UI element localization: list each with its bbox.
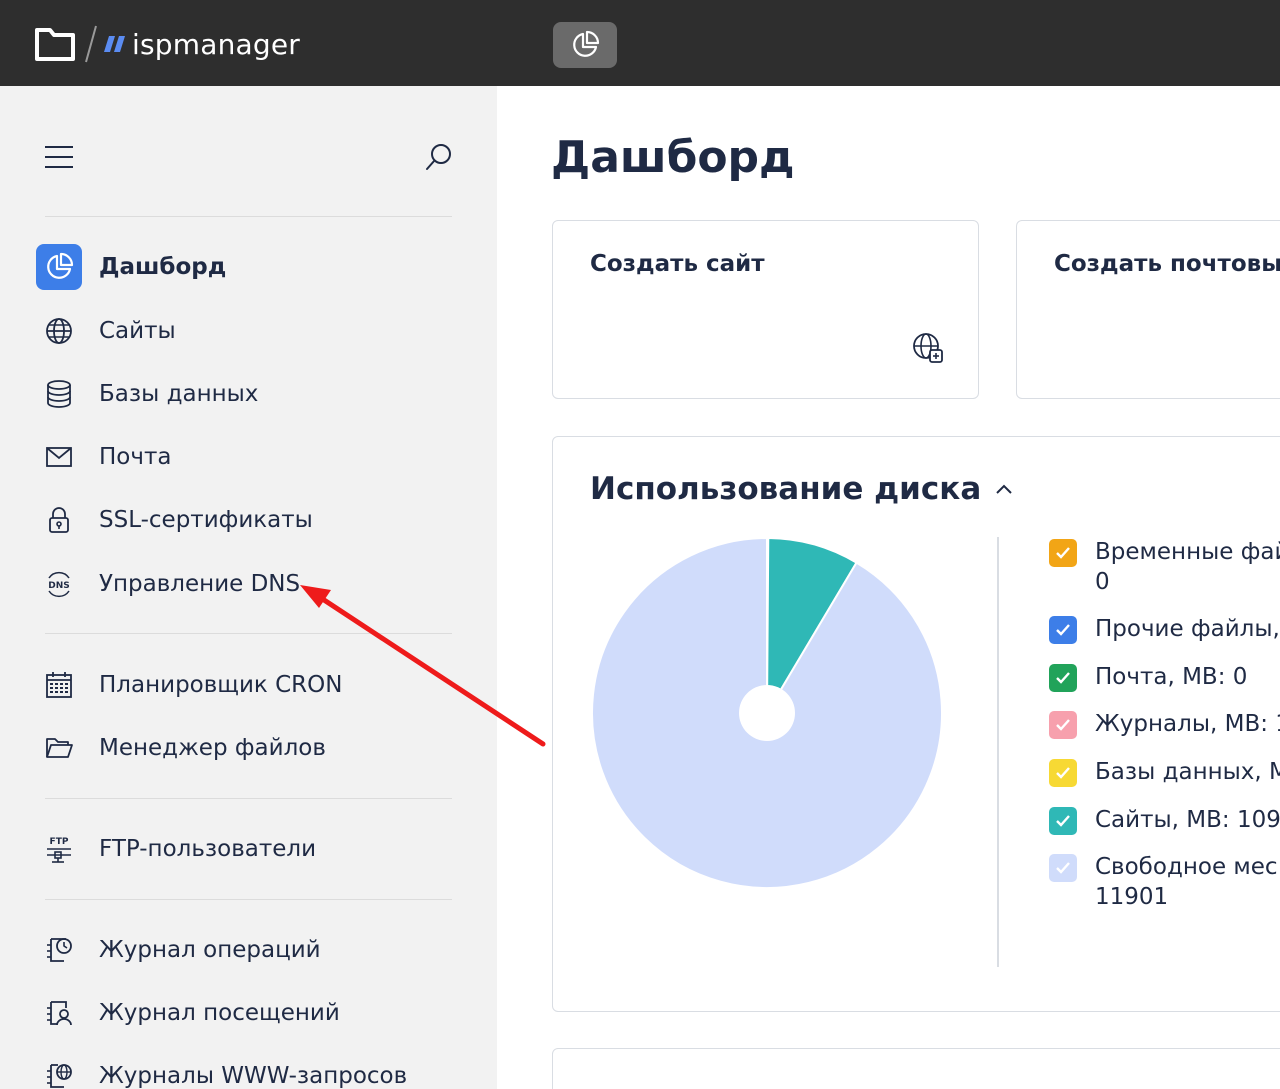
sidebar-item-label: Управление DNS bbox=[99, 571, 301, 597]
sidebar-item-file-manager[interactable]: Менеджер файлов bbox=[36, 725, 456, 771]
sidebar-divider bbox=[45, 798, 452, 799]
sidebar-divider bbox=[45, 633, 452, 634]
legend-checkbox[interactable] bbox=[1049, 539, 1077, 567]
legend-label: Свободное мес 11901 bbox=[1095, 854, 1278, 910]
sidebar-item-label: FTP-пользователи bbox=[99, 836, 317, 862]
next-card bbox=[552, 1048, 1280, 1089]
sidebar-divider bbox=[45, 899, 452, 900]
check-icon bbox=[1056, 624, 1070, 636]
sidebar-divider bbox=[45, 216, 452, 217]
sidebar-item-sites[interactable]: Сайты bbox=[36, 308, 456, 354]
legend-label: Журналы, MB: 1 bbox=[1095, 711, 1280, 737]
globe-add-icon bbox=[913, 333, 943, 363]
card-title: Создать почтовый bbox=[1054, 251, 1280, 277]
card-title: Создать сайт bbox=[590, 251, 765, 277]
log-user-icon bbox=[47, 1001, 72, 1026]
sidebar-item-ftp-users[interactable]: FTP FTP-пользователи bbox=[36, 826, 456, 872]
dashboard-shortcut-button[interactable] bbox=[553, 22, 617, 68]
dashboard-icon bbox=[573, 30, 600, 57]
sidebar-item-dashboard[interactable]: Дашборд bbox=[36, 244, 456, 290]
create-site-card[interactable]: Создать сайт bbox=[552, 220, 979, 399]
lock-icon bbox=[49, 507, 69, 533]
legend-item-temp-files[interactable]: Временные фай 0 bbox=[1049, 537, 1280, 597]
logo-text: ispmanager bbox=[132, 27, 300, 61]
create-mailbox-card[interactable]: Создать почтовый bbox=[1016, 220, 1280, 399]
sidebar-item-label: Почта bbox=[99, 444, 172, 470]
check-icon bbox=[1056, 815, 1070, 827]
search-icon[interactable] bbox=[424, 142, 454, 172]
legend-checkbox[interactable] bbox=[1049, 664, 1077, 692]
folder-open-icon bbox=[46, 738, 73, 758]
legend-item-free-space[interactable]: Свободное мес 11901 bbox=[1049, 852, 1278, 912]
logo-mark-icon bbox=[104, 36, 125, 52]
legend-label: Сайты, MB: 1097 bbox=[1095, 807, 1280, 833]
pie-center-hole bbox=[739, 685, 795, 741]
sidebar-item-dns[interactable]: DNS Управление DNS bbox=[36, 561, 456, 607]
chevron-up-icon[interactable] bbox=[993, 478, 1015, 500]
sidebar-item-ssl[interactable]: SSL-сертификаты bbox=[36, 497, 456, 543]
sidebar-item-label: Менеджер файлов bbox=[99, 735, 326, 761]
sidebar-item-cron[interactable]: Планировщик CRON bbox=[36, 662, 456, 708]
database-icon bbox=[47, 380, 71, 408]
legend-label: Почта, MB: 0 bbox=[1095, 664, 1248, 690]
legend-label: Временные фай 0 bbox=[1095, 539, 1280, 595]
calendar-icon bbox=[46, 672, 72, 698]
sidebar: Дашборд Сайты Базы данных Почта SSL-серт… bbox=[0, 86, 497, 1089]
disk-usage-title[interactable]: Использование диска bbox=[590, 471, 1015, 507]
sidebar-item-www-logs[interactable]: Журналы WWW-запросов bbox=[36, 1053, 456, 1089]
svg-text:FTP: FTP bbox=[50, 837, 69, 847]
legend-item-other-files[interactable]: Прочие файлы, bbox=[1049, 614, 1280, 644]
dns-icon: DNS bbox=[48, 571, 70, 598]
log-clock-icon bbox=[47, 938, 72, 962]
sidebar-item-label: Журналы WWW-запросов bbox=[99, 1063, 408, 1089]
hamburger-menu-icon[interactable] bbox=[44, 144, 74, 170]
sidebar-item-label: Планировщик CRON bbox=[99, 672, 343, 698]
globe-icon bbox=[46, 318, 72, 344]
sidebar-item-mail[interactable]: Почта bbox=[36, 434, 456, 480]
legend-label: Базы данных, М bbox=[1095, 759, 1280, 785]
log-globe-icon bbox=[47, 1064, 72, 1088]
folder-icon[interactable] bbox=[34, 26, 76, 62]
legend-item-mail[interactable]: Почта, MB: 0 bbox=[1049, 662, 1247, 692]
page-title: Дашборд bbox=[551, 132, 795, 183]
sidebar-item-databases[interactable]: Базы данных bbox=[36, 371, 456, 417]
sidebar-item-label: Сайты bbox=[99, 318, 176, 344]
dashboard-icon bbox=[47, 252, 74, 279]
legend-item-databases[interactable]: Базы данных, М bbox=[1049, 757, 1280, 787]
sidebar-item-label: Дашборд bbox=[99, 254, 227, 280]
check-icon bbox=[1056, 547, 1070, 559]
disk-usage-card: Использование диска Временные фай 0 Прочи… bbox=[552, 436, 1280, 1012]
legend-item-logs[interactable]: Журналы, MB: 1 bbox=[1049, 709, 1280, 739]
sidebar-item-label: Журнал посещений bbox=[99, 1000, 340, 1026]
sidebar-item-label: Базы данных bbox=[99, 381, 259, 407]
app-logo[interactable]: ispmanager bbox=[104, 24, 300, 64]
legend-checkbox[interactable] bbox=[1049, 759, 1077, 787]
check-icon bbox=[1056, 719, 1070, 731]
check-icon bbox=[1056, 862, 1070, 874]
check-icon bbox=[1056, 767, 1070, 779]
legend-label: Прочие файлы, bbox=[1095, 616, 1280, 642]
legend-checkbox[interactable] bbox=[1049, 854, 1077, 882]
legend-item-sites[interactable]: Сайты, MB: 1097 bbox=[1049, 805, 1280, 835]
legend-checkbox[interactable] bbox=[1049, 807, 1077, 835]
sidebar-item-label: SSL-сертификаты bbox=[99, 507, 313, 533]
sidebar-item-label: Журнал операций bbox=[99, 937, 321, 963]
path-separator-icon bbox=[85, 25, 97, 63]
sidebar-item-visits-log[interactable]: Журнал посещений bbox=[36, 990, 456, 1036]
legend-checkbox[interactable] bbox=[1049, 711, 1077, 739]
mail-icon bbox=[46, 447, 72, 467]
disk-usage-pie-chart bbox=[591, 537, 943, 889]
check-icon bbox=[1056, 672, 1070, 684]
sidebar-item-operations-log[interactable]: Журнал операций bbox=[36, 927, 456, 973]
chart-divider bbox=[997, 537, 999, 967]
svg-text:DNS: DNS bbox=[48, 581, 70, 591]
ftp-icon: FTP bbox=[47, 837, 71, 863]
top-bar: ispmanager bbox=[0, 0, 1280, 86]
legend-checkbox[interactable] bbox=[1049, 616, 1077, 644]
disk-usage-title-text: Использование диска bbox=[590, 471, 982, 507]
